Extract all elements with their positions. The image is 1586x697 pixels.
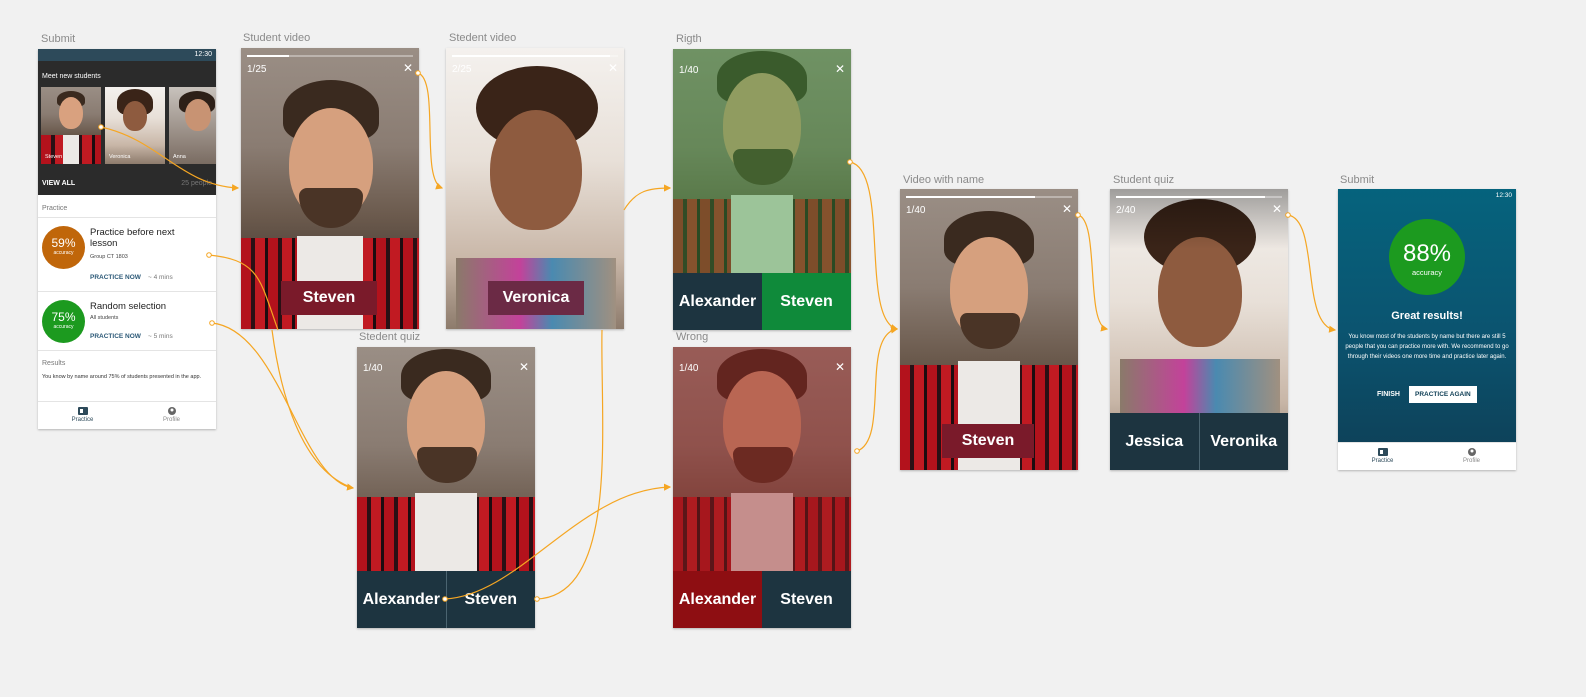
connector xyxy=(856,326,899,452)
connector xyxy=(271,329,354,489)
connector xyxy=(211,322,355,491)
connector xyxy=(208,254,279,331)
connector-dot xyxy=(206,252,212,258)
connector-dot xyxy=(847,159,853,165)
connector xyxy=(444,483,672,600)
connector-dot xyxy=(854,448,860,454)
connector xyxy=(623,184,672,211)
connector xyxy=(1287,214,1337,333)
connector xyxy=(100,126,240,192)
connector-dot xyxy=(1075,212,1081,218)
connector xyxy=(849,161,899,332)
flow-connectors xyxy=(98,70,1337,602)
connector-dot xyxy=(442,596,448,602)
connector xyxy=(1077,214,1109,332)
connector xyxy=(536,329,604,600)
connector-dot xyxy=(98,124,104,130)
connector-dot xyxy=(415,70,421,76)
connector-dot xyxy=(209,320,215,326)
connector-dot xyxy=(1285,212,1291,218)
connector xyxy=(417,72,444,190)
connector-dot xyxy=(534,596,540,602)
